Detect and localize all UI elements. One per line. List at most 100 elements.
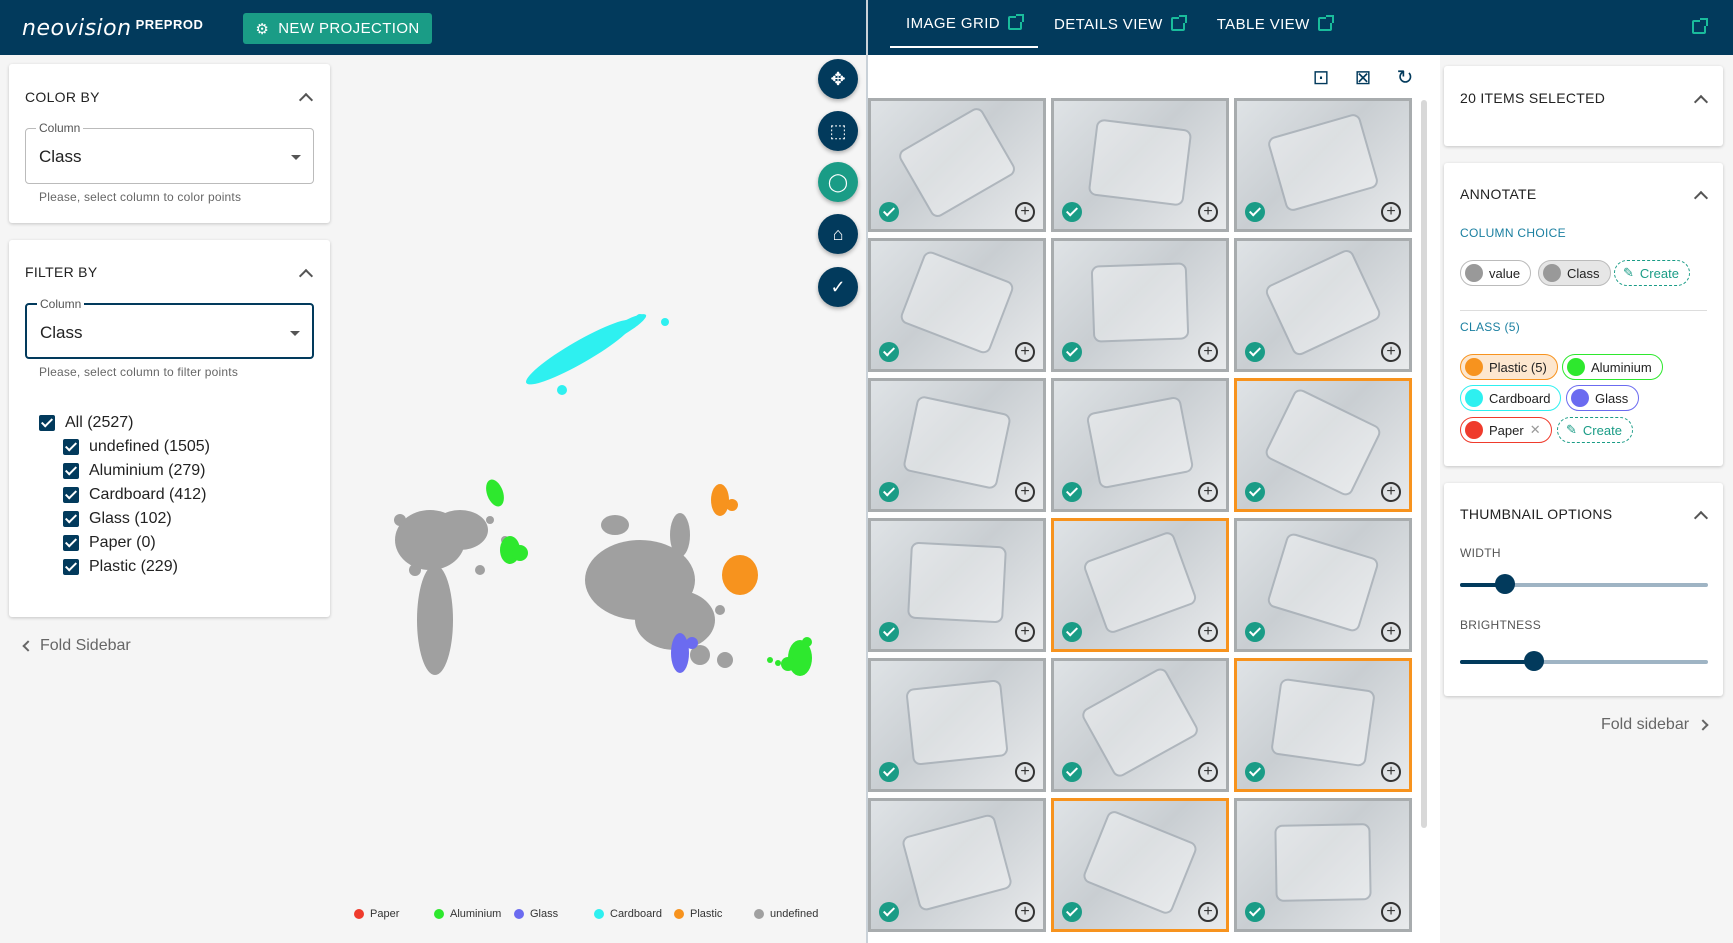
- thumbnail-item[interactable]: +: [1234, 378, 1412, 512]
- new-projection-button[interactable]: ⚙ NEW PROJECTION: [243, 13, 432, 44]
- tab-details-view[interactable]: DETAILS VIEW: [1038, 0, 1201, 48]
- color-by-select[interactable]: Column Class: [25, 121, 314, 184]
- checkbox[interactable]: [63, 535, 79, 551]
- thumbnail-item[interactable]: +: [1051, 378, 1229, 512]
- checkbox[interactable]: [63, 463, 79, 479]
- check-icon[interactable]: [1062, 202, 1082, 222]
- slider-knob[interactable]: [1494, 574, 1515, 594]
- refresh-icon[interactable]: ↻: [1395, 68, 1415, 88]
- thumbnail-item[interactable]: +: [1051, 798, 1229, 932]
- checkbox[interactable]: [39, 415, 55, 431]
- fold-sidebar-left-button[interactable]: Fold Sidebar: [22, 637, 131, 655]
- thumbnail-item[interactable]: +: [1234, 238, 1412, 372]
- check-icon[interactable]: [1062, 902, 1082, 922]
- thumbnail-item[interactable]: +: [868, 238, 1046, 372]
- chip-class-aluminium[interactable]: Aluminium: [1562, 354, 1663, 380]
- check-icon[interactable]: [1062, 482, 1082, 502]
- chevron-up-icon[interactable]: [1693, 190, 1709, 206]
- checkbox[interactable]: [63, 511, 79, 527]
- zoom-in-icon[interactable]: +: [1015, 342, 1035, 362]
- thumbnail-item[interactable]: +: [1051, 238, 1229, 372]
- zoom-in-icon[interactable]: +: [1381, 902, 1401, 922]
- deselect-grid-icon[interactable]: ⊠: [1353, 68, 1373, 88]
- check-icon[interactable]: [879, 202, 899, 222]
- checkbox[interactable]: [63, 559, 79, 575]
- zoom-in-icon[interactable]: +: [1198, 202, 1218, 222]
- check-icon[interactable]: [879, 902, 899, 922]
- check-icon[interactable]: [1245, 622, 1265, 642]
- zoom-in-icon[interactable]: +: [1015, 482, 1035, 502]
- check-icon[interactable]: [879, 342, 899, 362]
- zoom-in-icon[interactable]: +: [1198, 342, 1218, 362]
- check-icon[interactable]: [1245, 482, 1265, 502]
- chevron-up-icon[interactable]: [1693, 510, 1709, 526]
- thumbnail-item[interactable]: +: [868, 98, 1046, 232]
- filter-item-all[interactable]: All (2527): [39, 414, 133, 432]
- filter-item-plastic[interactable]: Plastic (229): [63, 558, 178, 576]
- projection-map[interactable]: [340, 60, 866, 930]
- thumbnail-item[interactable]: +: [868, 518, 1046, 652]
- external-link-icon[interactable]: [1692, 18, 1708, 34]
- filter-item-undefined[interactable]: undefined (1505): [63, 438, 210, 456]
- zoom-in-icon[interactable]: +: [1015, 762, 1035, 782]
- filter-item-cardboard[interactable]: Cardboard (412): [63, 486, 206, 504]
- chip-class-paper[interactable]: Paper ✕: [1460, 417, 1552, 443]
- chip-column-class[interactable]: Class: [1538, 260, 1611, 286]
- zoom-in-icon[interactable]: +: [1381, 482, 1401, 502]
- check-icon[interactable]: [879, 622, 899, 642]
- box-select-tool-button[interactable]: ⬚: [818, 111, 858, 151]
- zoom-in-icon[interactable]: +: [1198, 762, 1218, 782]
- filter-item-paper[interactable]: Paper (0): [63, 534, 156, 552]
- tab-image-grid[interactable]: IMAGE GRID: [890, 0, 1039, 48]
- zoom-in-icon[interactable]: +: [1381, 342, 1401, 362]
- check-icon[interactable]: [1062, 762, 1082, 782]
- check-icon[interactable]: [1245, 902, 1265, 922]
- zoom-in-icon[interactable]: +: [1198, 622, 1218, 642]
- lasso-tool-button[interactable]: ◯: [818, 162, 858, 202]
- check-icon[interactable]: [879, 762, 899, 782]
- zoom-in-icon[interactable]: +: [1381, 202, 1401, 222]
- thumbnail-item[interactable]: +: [1051, 518, 1229, 652]
- zoom-in-icon[interactable]: +: [1015, 902, 1035, 922]
- chip-class-glass[interactable]: Glass: [1566, 385, 1640, 411]
- zoom-in-icon[interactable]: +: [1015, 202, 1035, 222]
- create-class-chip[interactable]: ✎ Create: [1557, 417, 1633, 443]
- brightness-slider[interactable]: [1460, 651, 1708, 671]
- check-icon[interactable]: [1245, 762, 1265, 782]
- filter-by-select[interactable]: Column Class: [25, 297, 314, 359]
- tab-table-view[interactable]: TABLE VIEW: [1201, 0, 1348, 48]
- check-icon[interactable]: [1245, 202, 1265, 222]
- close-icon[interactable]: ✕: [1530, 422, 1541, 438]
- checkbox[interactable]: [63, 487, 79, 503]
- thumbnail-item[interactable]: +: [868, 378, 1046, 512]
- slider-knob[interactable]: [1524, 651, 1545, 671]
- thumbnail-item[interactable]: +: [868, 798, 1046, 932]
- check-icon[interactable]: [1245, 342, 1265, 362]
- thumbnail-item[interactable]: +: [1234, 798, 1412, 932]
- thumbnail-item[interactable]: +: [1051, 658, 1229, 792]
- zoom-in-icon[interactable]: +: [1381, 622, 1401, 642]
- chip-column-value[interactable]: value: [1460, 260, 1532, 286]
- zoom-in-icon[interactable]: +: [1015, 622, 1035, 642]
- check-icon[interactable]: [879, 482, 899, 502]
- fold-sidebar-right-button[interactable]: Fold sidebar: [1601, 716, 1709, 734]
- chip-class-plastic[interactable]: Plastic (5): [1460, 354, 1558, 380]
- select-all-grid-icon[interactable]: ⊡: [1311, 68, 1331, 88]
- chip-class-cardboard[interactable]: Cardboard: [1460, 385, 1562, 411]
- thumbnail-item[interactable]: +: [1234, 518, 1412, 652]
- zoom-in-icon[interactable]: +: [1198, 482, 1218, 502]
- checkbox[interactable]: [63, 439, 79, 455]
- chevron-up-icon[interactable]: [1693, 94, 1709, 110]
- thumbnail-item[interactable]: +: [1234, 658, 1412, 792]
- create-column-chip[interactable]: ✎ Create: [1614, 260, 1690, 286]
- zoom-in-icon[interactable]: +: [1381, 762, 1401, 782]
- zoom-in-icon[interactable]: +: [1198, 902, 1218, 922]
- pan-tool-button[interactable]: ✥: [818, 59, 858, 99]
- width-slider[interactable]: [1460, 574, 1708, 594]
- home-button[interactable]: ⌂: [818, 214, 858, 254]
- check-icon[interactable]: [1062, 342, 1082, 362]
- grid-scrollbar[interactable]: [1421, 100, 1427, 828]
- chevron-up-icon[interactable]: [298, 92, 314, 108]
- app-logo[interactable]: neovision PREPROD: [22, 16, 203, 41]
- chevron-up-icon[interactable]: [298, 268, 314, 284]
